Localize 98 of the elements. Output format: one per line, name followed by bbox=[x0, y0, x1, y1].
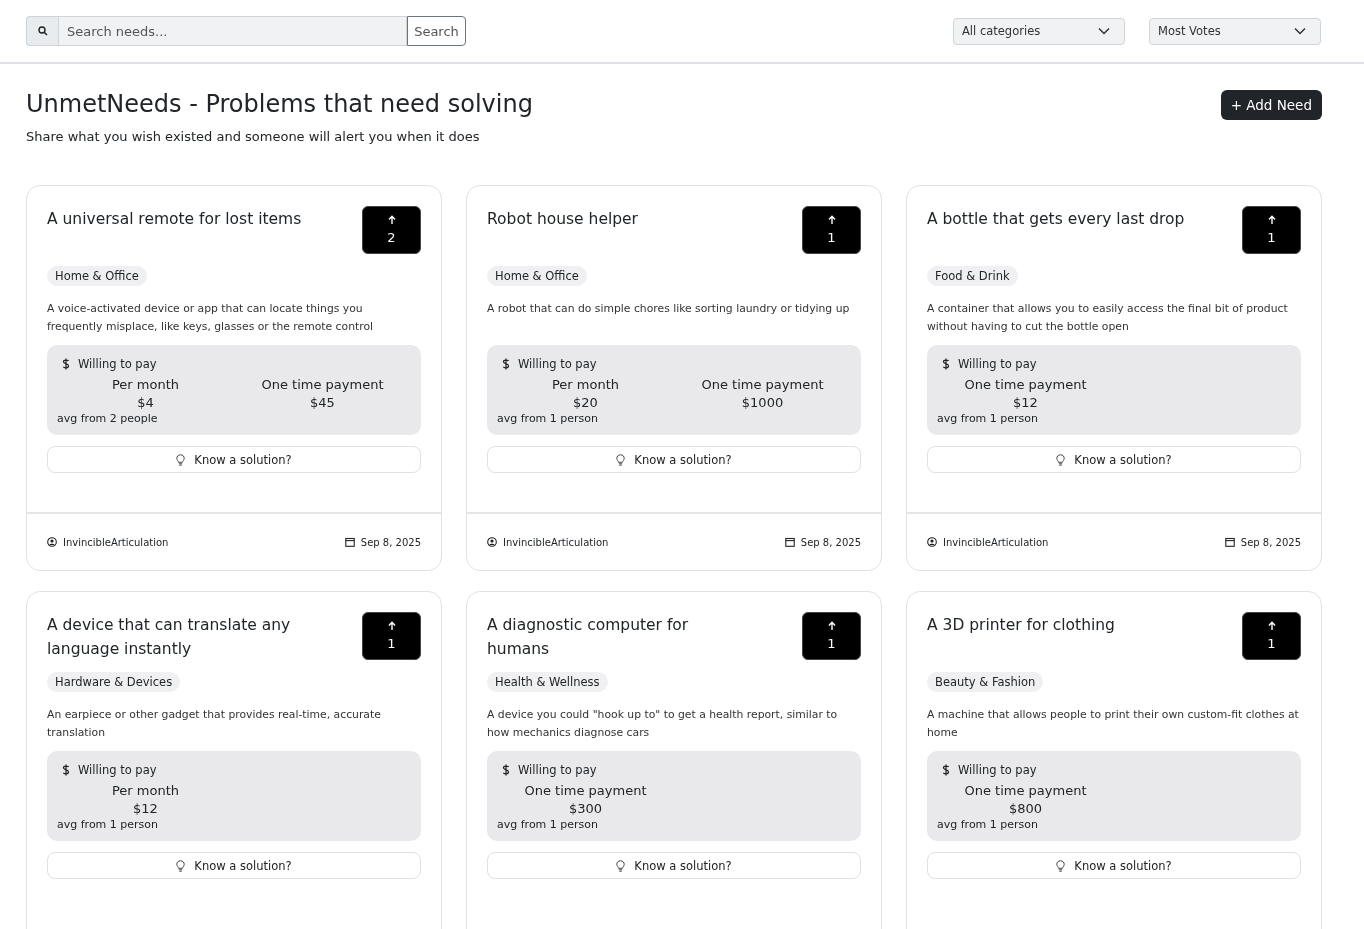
dollar-icon bbox=[62, 764, 70, 776]
upvote-button[interactable]: 1 bbox=[802, 612, 861, 660]
category-tag: Hardware & Devices bbox=[47, 672, 181, 692]
know-solution-button[interactable]: Know a solution? bbox=[487, 852, 861, 879]
lightbulb-icon bbox=[1056, 859, 1066, 872]
need-title: A bottle that gets every last drop bbox=[927, 209, 1185, 230]
payment-amount: $800 bbox=[1008, 801, 1043, 816]
post-date: Sep 8, 2025 bbox=[360, 536, 421, 548]
arrow-up-icon bbox=[387, 215, 396, 224]
search-button[interactable]: Search bbox=[407, 16, 466, 46]
upvote-button[interactable]: 1 bbox=[1242, 206, 1301, 254]
arrow-up-icon bbox=[1267, 621, 1276, 630]
search-icon bbox=[37, 26, 48, 36]
page-subtitle: Share what you wish existed and someone will alert you when it does bbox=[26, 129, 481, 144]
upvote-button[interactable]: 2 bbox=[362, 206, 421, 254]
know-solution-button[interactable]: Know a solution? bbox=[47, 852, 421, 879]
upvote-button[interactable]: 1 bbox=[802, 206, 861, 254]
payment-amount: $45 bbox=[310, 395, 335, 410]
payment-type: One time payment bbox=[701, 377, 824, 392]
need-description: A robot that can do simple chores like sorting laundry or tidying up bbox=[487, 301, 851, 317]
category-tag: Food & Drink bbox=[927, 266, 1018, 286]
lightbulb-icon bbox=[1056, 453, 1066, 466]
add-need-button[interactable]: + Add Need bbox=[1220, 90, 1322, 120]
payment-amount: $300 bbox=[568, 801, 603, 816]
need-title: A 3D printer for clothing bbox=[927, 615, 1115, 636]
dollar-icon bbox=[942, 764, 950, 776]
payment-amount: $4 bbox=[137, 395, 154, 410]
category-tag: Beauty & Fashion bbox=[927, 672, 1044, 692]
need-title: Robot house helper bbox=[487, 209, 638, 230]
need-description: An earpiece or other gadget that provides real-time, accurate translation bbox=[47, 707, 382, 741]
user-icon bbox=[927, 537, 937, 547]
dollar-icon bbox=[62, 358, 70, 370]
need-description: A voice-activated device or app that can locate things you frequently misplace, like keys, glasses or the remote control bbox=[47, 301, 374, 335]
lightbulb-icon bbox=[176, 453, 186, 466]
category-tag: Home & Office bbox=[47, 266, 147, 286]
willing-to-pay-label: Willing to pay bbox=[958, 357, 1037, 371]
need-title: A universal remote for lost items bbox=[47, 209, 302, 230]
dollar-icon bbox=[502, 358, 510, 370]
average-note: avg from 2 people bbox=[57, 412, 159, 425]
search-field[interactable]: Search needs... bbox=[58, 16, 407, 46]
payment-type: Per month bbox=[111, 377, 179, 392]
dollar-icon bbox=[942, 358, 950, 370]
willing-to-pay-label: Willing to pay bbox=[78, 763, 157, 777]
chevron-down-icon bbox=[1294, 27, 1306, 35]
post-date: Sep 8, 2025 bbox=[1240, 536, 1301, 548]
willing-to-pay-label: Willing to pay bbox=[518, 763, 597, 777]
user-icon bbox=[47, 537, 57, 547]
payment-amount: $12 bbox=[1013, 395, 1038, 410]
need-title: A device that can translate any language instantly bbox=[47, 615, 292, 660]
arrow-up-icon bbox=[387, 621, 396, 630]
chevron-down-icon bbox=[1098, 27, 1110, 35]
calendar-icon bbox=[1224, 537, 1235, 547]
payment-type: Per month bbox=[111, 783, 179, 798]
author-name: InvincibleArticulation bbox=[503, 536, 609, 548]
payment-type: One time payment bbox=[261, 377, 384, 392]
need-title: A diagnostic computer for humans bbox=[487, 615, 690, 660]
average-note: avg from 1 person bbox=[497, 412, 600, 425]
author-name: InvincibleArticulation bbox=[63, 536, 169, 548]
page-title: UnmetNeeds - Problems that need solving bbox=[26, 90, 533, 118]
post-date: Sep 8, 2025 bbox=[800, 536, 861, 548]
willing-to-pay-label: Willing to pay bbox=[518, 357, 597, 371]
arrow-up-icon bbox=[1267, 215, 1276, 224]
need-description: A machine that allows people to print their own custom-fit clothes at home bbox=[927, 707, 1300, 741]
filter-dropdown[interactable]: Most Votes bbox=[1149, 17, 1321, 45]
know-solution-button[interactable]: Know a solution? bbox=[47, 446, 421, 473]
category-tag: Health & Wellness bbox=[487, 672, 608, 692]
user-icon bbox=[487, 537, 497, 547]
payment-amount: $12 bbox=[133, 801, 158, 816]
calendar-icon bbox=[784, 537, 795, 547]
lightbulb-icon bbox=[616, 453, 626, 466]
need-description: A container that allows you to easily access the final bit of product without having to cut the bottle open bbox=[927, 301, 1289, 335]
payment-type: Per month bbox=[551, 377, 619, 392]
upvote-button[interactable]: 1 bbox=[1242, 612, 1301, 660]
willing-to-pay-label: Willing to pay bbox=[78, 357, 157, 371]
arrow-up-icon bbox=[827, 215, 836, 224]
payment-type: One time payment bbox=[524, 783, 647, 798]
payment-type: One time payment bbox=[964, 783, 1087, 798]
filter-dropdown[interactable]: All categories bbox=[953, 17, 1125, 45]
payment-amount: $1000 bbox=[741, 395, 784, 410]
average-note: avg from 1 person bbox=[937, 412, 1040, 425]
need-description: A device you could "hook up to" to get a health report, similar to how mechanics diagnose cars bbox=[487, 707, 839, 741]
dollar-icon bbox=[502, 764, 510, 776]
lightbulb-icon bbox=[616, 859, 626, 872]
know-solution-button[interactable]: Know a solution? bbox=[487, 446, 861, 473]
payment-type: One time payment bbox=[964, 377, 1087, 392]
average-note: avg from 1 person bbox=[57, 818, 160, 831]
average-note: avg from 1 person bbox=[497, 818, 600, 831]
willing-to-pay-label: Willing to pay bbox=[958, 763, 1037, 777]
category-tag: Home & Office bbox=[487, 266, 587, 286]
payment-amount: $20 bbox=[573, 395, 598, 410]
upvote-button[interactable]: 1 bbox=[362, 612, 421, 660]
lightbulb-icon bbox=[176, 859, 186, 872]
author-name: InvincibleArticulation bbox=[943, 536, 1049, 548]
arrow-up-icon bbox=[827, 621, 836, 630]
calendar-icon bbox=[344, 537, 355, 547]
know-solution-button[interactable]: Know a solution? bbox=[927, 446, 1301, 473]
know-solution-button[interactable]: Know a solution? bbox=[927, 852, 1301, 879]
average-note: avg from 1 person bbox=[937, 818, 1040, 831]
